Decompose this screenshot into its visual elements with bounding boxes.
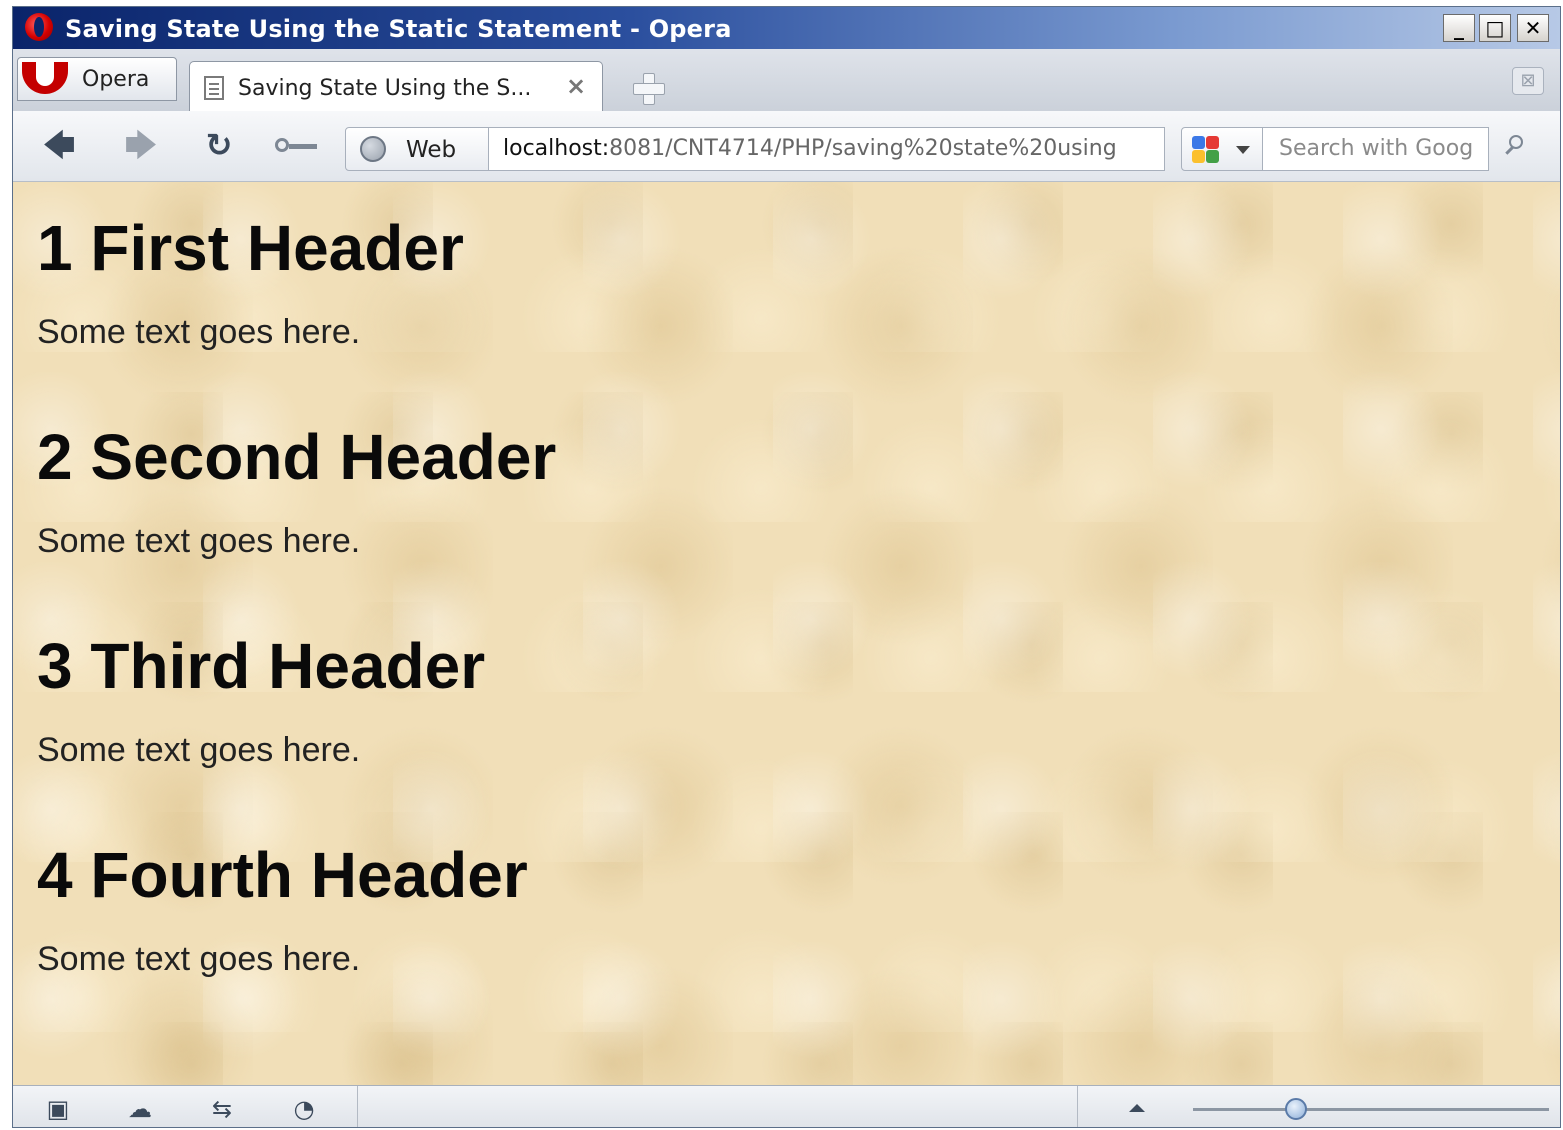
back-arrow-icon[interactable]: 🡄 bbox=[39, 127, 79, 163]
opera-menu-label: Opera bbox=[82, 67, 150, 92]
key-icon[interactable] bbox=[275, 138, 319, 153]
site-info-label: Web bbox=[406, 137, 457, 163]
status-divider bbox=[1077, 1086, 1078, 1127]
section-text: Some text goes here. bbox=[37, 522, 361, 560]
search-input[interactable]: Search with Goog bbox=[1263, 127, 1489, 171]
panel-toggle-icon[interactable]: ▣ bbox=[41, 1096, 75, 1122]
section-heading: 1 First Header bbox=[37, 212, 464, 284]
close-window-button[interactable]: ✕ bbox=[1517, 14, 1549, 42]
address-host: localhost: bbox=[503, 136, 610, 161]
opera-link-icon[interactable]: ⇆ bbox=[205, 1096, 239, 1122]
chevron-down-icon bbox=[1236, 146, 1250, 154]
forward-arrow-icon[interactable]: 🡆 bbox=[121, 127, 161, 163]
section-heading: 2 Second Header bbox=[37, 421, 557, 493]
address-path: 8081/CNT4714/PHP/saving%20state%20using bbox=[609, 136, 1117, 161]
address-toolbar: 🡄 🡆 ↻ Web localhost:8081/CNT4714/PHP/sav… bbox=[13, 111, 1560, 182]
tab-close-icon[interactable]: × bbox=[566, 72, 586, 100]
opera-menu-button[interactable]: Opera bbox=[17, 57, 177, 101]
maximize-button[interactable]: □ bbox=[1479, 14, 1511, 42]
page-content: 1 First Header Some text goes here. 2 Se… bbox=[13, 182, 1560, 1085]
section-1: 1 First Header Some text goes here. bbox=[37, 212, 464, 352]
status-divider bbox=[357, 1086, 358, 1127]
section-text: Some text goes here. bbox=[37, 731, 361, 769]
section-2: 2 Second Header Some text goes here. bbox=[37, 421, 556, 561]
zoom-slider[interactable] bbox=[1193, 1098, 1549, 1120]
zoom-slider-thumb[interactable] bbox=[1285, 1098, 1308, 1120]
zoom-menu-arrow-icon[interactable] bbox=[1129, 1104, 1145, 1112]
section-3: 3 Third Header Some text goes here. bbox=[37, 630, 485, 770]
reload-icon[interactable]: ↻ bbox=[199, 127, 239, 163]
search-icon[interactable] bbox=[1503, 135, 1527, 159]
section-text: Some text goes here. bbox=[37, 313, 361, 351]
closed-tabs-trash-icon[interactable]: ⊠ bbox=[1512, 67, 1544, 95]
window-title: Saving State Using the Static Statement … bbox=[65, 15, 732, 43]
status-bar: ▣ ☁ ⇆ ◔ bbox=[13, 1085, 1560, 1127]
section-4: 4 Fourth Header Some text goes here. bbox=[37, 839, 528, 979]
section-heading: 3 Third Header bbox=[37, 630, 486, 702]
tab-title: Saving State Using the S... bbox=[238, 76, 532, 101]
opera-o-icon bbox=[22, 60, 68, 94]
opera-unite-cloud-icon[interactable]: ☁ bbox=[123, 1096, 157, 1122]
minimize-button[interactable]: _ bbox=[1443, 14, 1475, 42]
section-heading: 4 Fourth Header bbox=[37, 839, 528, 911]
section-text: Some text goes here. bbox=[37, 940, 361, 978]
new-tab-plus-icon[interactable] bbox=[633, 73, 665, 105]
address-field[interactable]: localhost:8081/CNT4714/PHP/saving%20stat… bbox=[489, 127, 1165, 171]
title-bar[interactable]: Saving State Using the Static Statement … bbox=[13, 7, 1560, 49]
tab-active-page[interactable]: Saving State Using the S... × bbox=[189, 61, 603, 113]
google-logo-icon bbox=[1192, 136, 1220, 164]
opera-logo-icon bbox=[25, 13, 53, 41]
opera-turbo-icon[interactable]: ◔ bbox=[287, 1096, 321, 1122]
globe-icon bbox=[360, 136, 386, 162]
browser-window: Saving State Using the Static Statement … bbox=[12, 6, 1561, 1128]
tab-bar: Opera Saving State Using the S... × ⊠ bbox=[13, 49, 1560, 113]
document-icon bbox=[204, 76, 224, 100]
search-engine-selector[interactable] bbox=[1181, 127, 1263, 171]
site-info-badge[interactable]: Web bbox=[345, 127, 489, 171]
